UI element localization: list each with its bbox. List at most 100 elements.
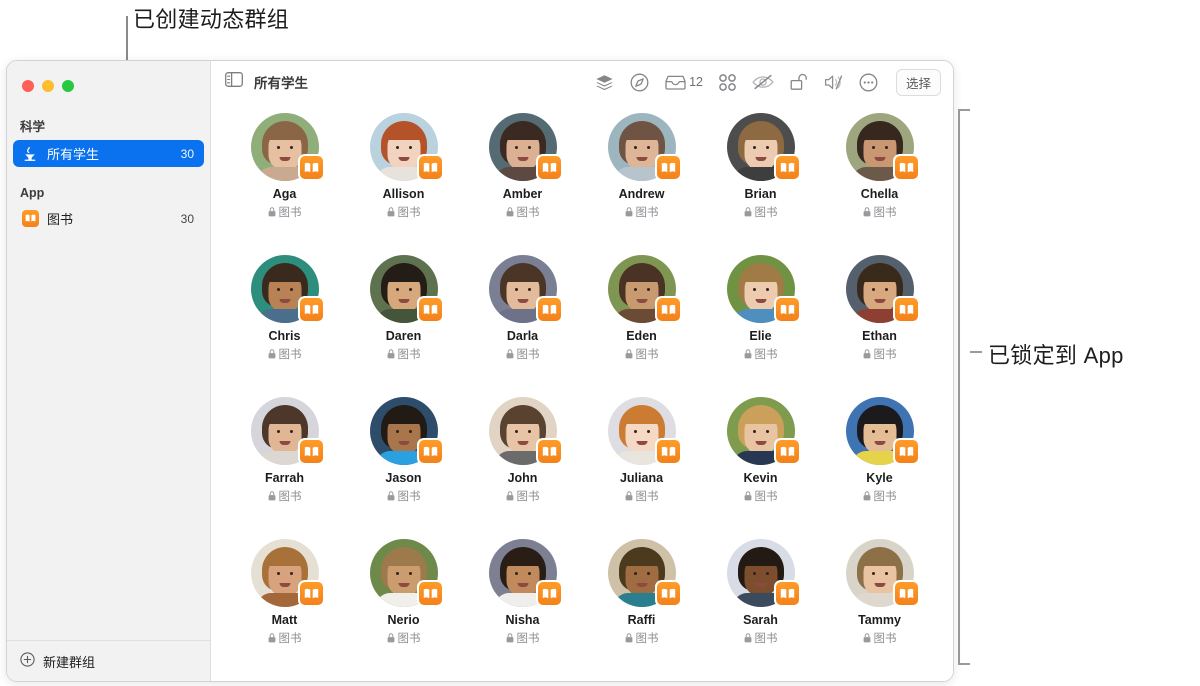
sidebar-item-count: 30 <box>180 211 194 226</box>
navigate-icon[interactable] <box>630 73 649 92</box>
grid-icon[interactable] <box>719 73 736 91</box>
new-group-button[interactable]: 新建群组 <box>7 640 210 681</box>
maximize-button[interactable] <box>62 80 74 92</box>
hide-screen-icon[interactable] <box>752 74 774 90</box>
student-card[interactable]: Kyle 图书 <box>820 391 939 533</box>
student-card[interactable]: Andrew 图书 <box>582 107 701 249</box>
avatar-wrap <box>369 539 444 607</box>
student-app-label: 图书 <box>278 632 302 645</box>
student-name: Tammy <box>858 613 901 627</box>
avatar-wrap <box>250 113 325 181</box>
student-app-label: 图书 <box>873 348 897 361</box>
student-name: Nisha <box>505 613 540 627</box>
lock-icon <box>387 490 395 505</box>
student-app-label: 图书 <box>754 490 778 503</box>
annotation-created-dynamic-group: 已创建动态群组 <box>133 7 290 32</box>
student-app-lock: 图书 <box>744 632 778 647</box>
lock-icon <box>268 348 276 363</box>
avatar-wrap <box>488 255 563 323</box>
student-name: Sarah <box>743 613 778 627</box>
avatar-wrap <box>488 397 563 465</box>
inbox-count: 12 <box>689 75 703 89</box>
student-card[interactable]: Allison 图书 <box>344 107 463 249</box>
student-app-lock: 图书 <box>625 348 659 363</box>
student-card[interactable]: Elie 图书 <box>701 249 820 391</box>
student-card[interactable]: Nerio 图书 <box>344 533 463 675</box>
student-app-lock: 图书 <box>268 206 302 221</box>
student-app-label: 图书 <box>516 206 540 219</box>
student-card[interactable]: Kevin 图书 <box>701 391 820 533</box>
avatar-wrap <box>845 539 920 607</box>
books-badge-icon <box>654 296 682 323</box>
student-card[interactable]: Amber 图书 <box>463 107 582 249</box>
lock-icon <box>625 490 633 505</box>
app-window: 科学 所有学生 30 App 图书 30 新建群组 所有学生 12 选择 Aga… <box>6 60 954 682</box>
student-app-label: 图书 <box>754 206 778 219</box>
student-card[interactable]: Darla 图书 <box>463 249 582 391</box>
student-name: John <box>507 471 538 485</box>
burner-icon <box>21 145 39 163</box>
student-card[interactable]: Matt 图书 <box>225 533 344 675</box>
student-app-label: 图书 <box>278 490 302 503</box>
student-name: Ethan <box>862 329 897 343</box>
avatar-wrap <box>369 397 444 465</box>
student-app-label: 图书 <box>516 490 540 503</box>
inbox-icon[interactable]: 12 <box>665 75 703 90</box>
select-button[interactable]: 选择 <box>895 68 941 96</box>
student-card[interactable]: Eden 图书 <box>582 249 701 391</box>
books-badge-icon <box>892 154 920 181</box>
new-group-label: 新建群组 <box>43 654 96 670</box>
mute-icon[interactable] <box>824 74 843 91</box>
annotation-bracket-tick <box>970 351 982 353</box>
minimize-button[interactable] <box>42 80 54 92</box>
student-app-label: 图书 <box>516 632 540 645</box>
student-card[interactable]: Brian 图书 <box>701 107 820 249</box>
sidebar-item-books[interactable]: 图书 30 <box>13 205 204 232</box>
sidebar-item-count: 30 <box>180 146 194 161</box>
student-app-lock: 图书 <box>268 348 302 363</box>
lock-icon <box>387 206 395 221</box>
lock-icon <box>744 632 752 647</box>
sidebar-item-all-students[interactable]: 所有学生 30 <box>13 140 204 167</box>
avatar-wrap <box>250 539 325 607</box>
sidebar-toggle-icon[interactable] <box>225 72 243 92</box>
student-app-label: 图书 <box>397 490 421 503</box>
avatar-wrap <box>607 539 682 607</box>
student-card[interactable]: Farrah 图书 <box>225 391 344 533</box>
avatar-wrap <box>369 113 444 181</box>
close-button[interactable] <box>22 80 34 92</box>
more-icon[interactable] <box>859 73 878 92</box>
student-name: Jason <box>385 471 422 485</box>
sidebar-item-label: 所有学生 <box>47 147 100 162</box>
student-card[interactable]: Ethan 图书 <box>820 249 939 391</box>
student-card[interactable]: Nisha 图书 <box>463 533 582 675</box>
student-card[interactable]: Chella 图书 <box>820 107 939 249</box>
student-card[interactable]: Chris 图书 <box>225 249 344 391</box>
student-card[interactable]: Aga 图书 <box>225 107 344 249</box>
student-app-lock: 图书 <box>268 490 302 505</box>
lock-icon <box>625 632 633 647</box>
student-card[interactable]: Raffi 图书 <box>582 533 701 675</box>
student-name: Chris <box>268 329 301 343</box>
avatar-wrap <box>726 113 801 181</box>
student-app-label: 图书 <box>635 206 659 219</box>
sidebar-item-label: 图书 <box>47 212 74 227</box>
screenshot-root: 已创建动态群组 已锁定到 App 科学 所有学生 30 App 图书 30 新建… <box>0 0 1200 686</box>
student-card[interactable]: Jason 图书 <box>344 391 463 533</box>
sidebar-section-header-science: 科学 <box>20 120 46 134</box>
student-card[interactable]: Juliana 图书 <box>582 391 701 533</box>
student-name: Chella <box>860 187 899 201</box>
unlock-icon[interactable] <box>790 73 808 91</box>
books-badge-icon <box>773 580 801 607</box>
student-name: Elie <box>749 329 772 343</box>
student-card[interactable]: Daren 图书 <box>344 249 463 391</box>
student-app-label: 图书 <box>635 348 659 361</box>
student-grid: Aga 图书 Allison 图书 Amber 图书 Andrew 图书 Brian 图书 Chel… <box>211 103 953 681</box>
student-card[interactable]: John 图书 <box>463 391 582 533</box>
student-card[interactable]: Sarah 图书 <box>701 533 820 675</box>
layers-icon[interactable] <box>595 74 614 91</box>
books-badge-icon <box>416 154 444 181</box>
student-card[interactable]: Tammy 图书 <box>820 533 939 675</box>
student-app-lock: 图书 <box>506 206 540 221</box>
avatar-wrap <box>845 113 920 181</box>
